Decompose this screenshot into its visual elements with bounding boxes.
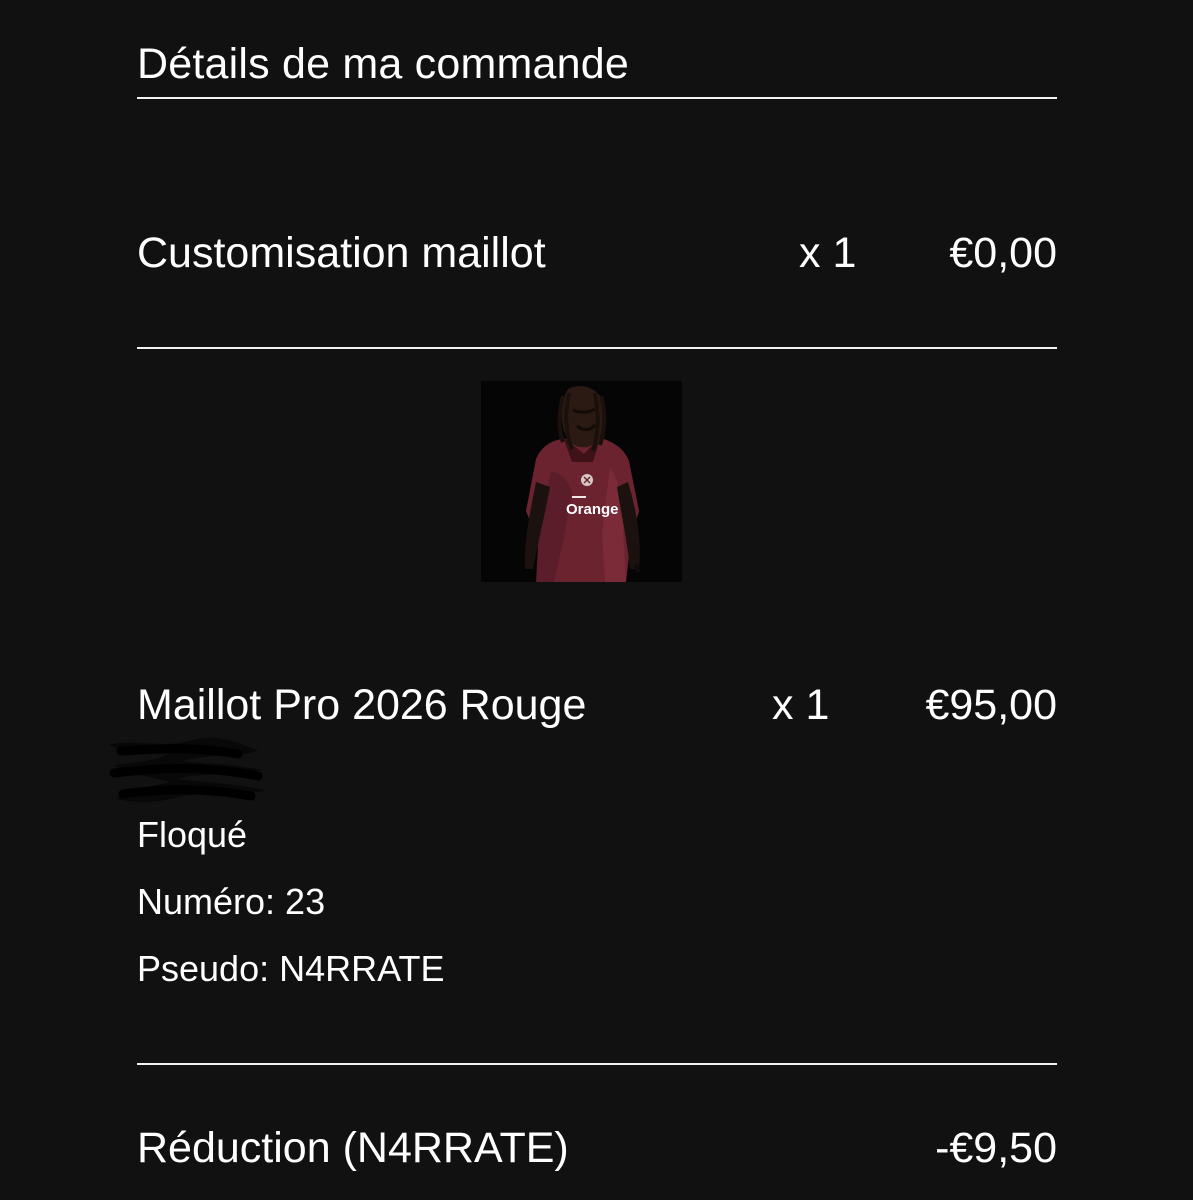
order-details-title: Détails de ma commande bbox=[137, 40, 629, 88]
order-item-customisation: Customisation maillot x 1 €0,00 bbox=[137, 223, 1057, 283]
item-option-flocage: Floqué bbox=[137, 814, 248, 855]
discount-amount: -€9,50 bbox=[935, 1124, 1057, 1172]
item-option-number: Numéro: 23 bbox=[137, 881, 326, 922]
item-divider bbox=[137, 347, 1057, 349]
item-option-pseudo: Pseudo: N4RRATE bbox=[137, 948, 445, 989]
item-price: €0,00 bbox=[949, 229, 1057, 277]
player-jersey-image: Orange bbox=[481, 381, 682, 582]
discount-row: Réduction (N4RRATE) -€9,50 bbox=[137, 1118, 1057, 1178]
title-divider bbox=[137, 97, 1057, 99]
discount-label: Réduction (N4RRATE) bbox=[137, 1124, 569, 1172]
item-name: Maillot Pro 2026 Rouge bbox=[137, 681, 587, 729]
item-quantity: x 1 bbox=[799, 229, 857, 277]
item-name: Customisation maillot bbox=[137, 229, 546, 277]
product-image: Orange bbox=[481, 381, 682, 582]
order-item-maillot: Maillot Pro 2026 Rouge x 1 €95,00 bbox=[137, 675, 1057, 735]
item-quantity: x 1 bbox=[772, 681, 830, 729]
item-price: €95,00 bbox=[925, 681, 1057, 729]
discount-divider bbox=[137, 1063, 1057, 1065]
redaction-mark bbox=[108, 737, 265, 802]
jersey-logo-text: Orange bbox=[566, 501, 619, 518]
